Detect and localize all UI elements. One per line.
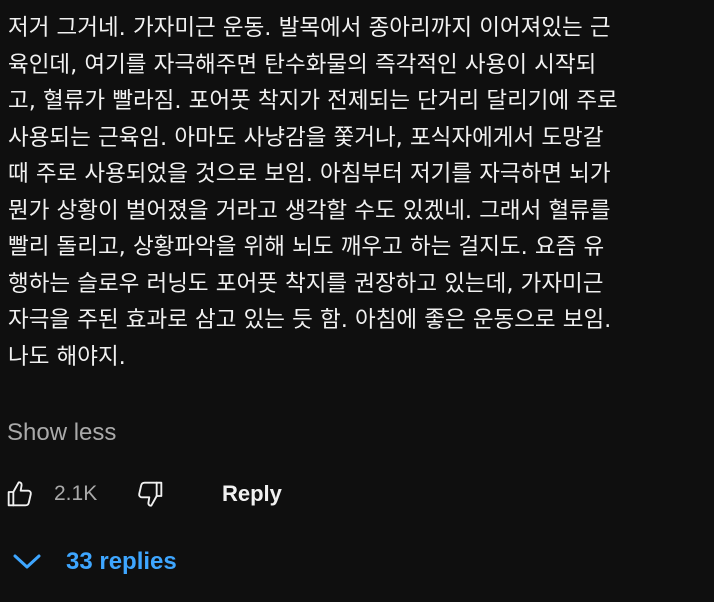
like-count: 2.1K [54,482,98,505]
comment-line: 나도 해야지. [8,343,126,370]
chevron-down-icon [10,547,48,577]
thumbs-up-icon [7,481,32,507]
comment-line: 때 주로 사용되었을 것으로 보임. 아침부터 저기를 자극하면 뇌가 [8,161,611,187]
show-less-button[interactable]: Show less [7,416,116,450]
comment-line: 행하는 슬로우 러닝도 포어풋 착지를 권장하고 있는데, 가자미근 [8,270,604,297]
reply-button[interactable]: Reply [222,477,282,511]
comment-line: 뭔가 상황이 벌어졌을 거라고 생각할 수도 있겠네. 그래서 혈류를 [8,197,611,224]
replies-toggle[interactable]: 33 replies [10,540,177,584]
comment-line: 저거 그거네. 가자미근 운동. 발목에서 종아리까지 이어져있는 근 [8,15,611,41]
comment-body: 저거 그거네. 가자미근 운동. 발목에서 종아리까지 이어져있는 근 육인데,… [8,10,708,375]
comment-line: 육인데, 여기를 자극해주면 탄수화물의 즉각적인 사용이 시작되 [8,51,597,78]
replies-count-label[interactable]: 33 replies [66,545,177,579]
thumbs-down-icon [138,481,163,507]
comment-line: 빨리 돌리고, 상황파악을 위해 뇌도 깨우고 하는 걸지도. 요즘 유 [8,234,605,260]
comment-line: 자극을 주된 효과로 삼고 있는 듯 함. 아침에 좋은 운동으로 보임. [8,307,612,333]
like-button[interactable] [2,476,38,512]
comment-thread: 저거 그거네. 가자미근 운동. 발목에서 종아리까지 이어져있는 근 육인데,… [0,0,714,602]
dislike-button[interactable] [132,476,168,512]
comment-line: 사용되는 근육임. 아마도 사냥감을 쫓거나, 포식자에게서 도망갈 [8,124,604,151]
comment-line: 고, 혈류가 빨라짐. 포어풋 착지가 전제되는 단거리 달리기에 주로 [8,88,618,114]
comment-action-bar: 2.1K Reply [0,472,714,516]
